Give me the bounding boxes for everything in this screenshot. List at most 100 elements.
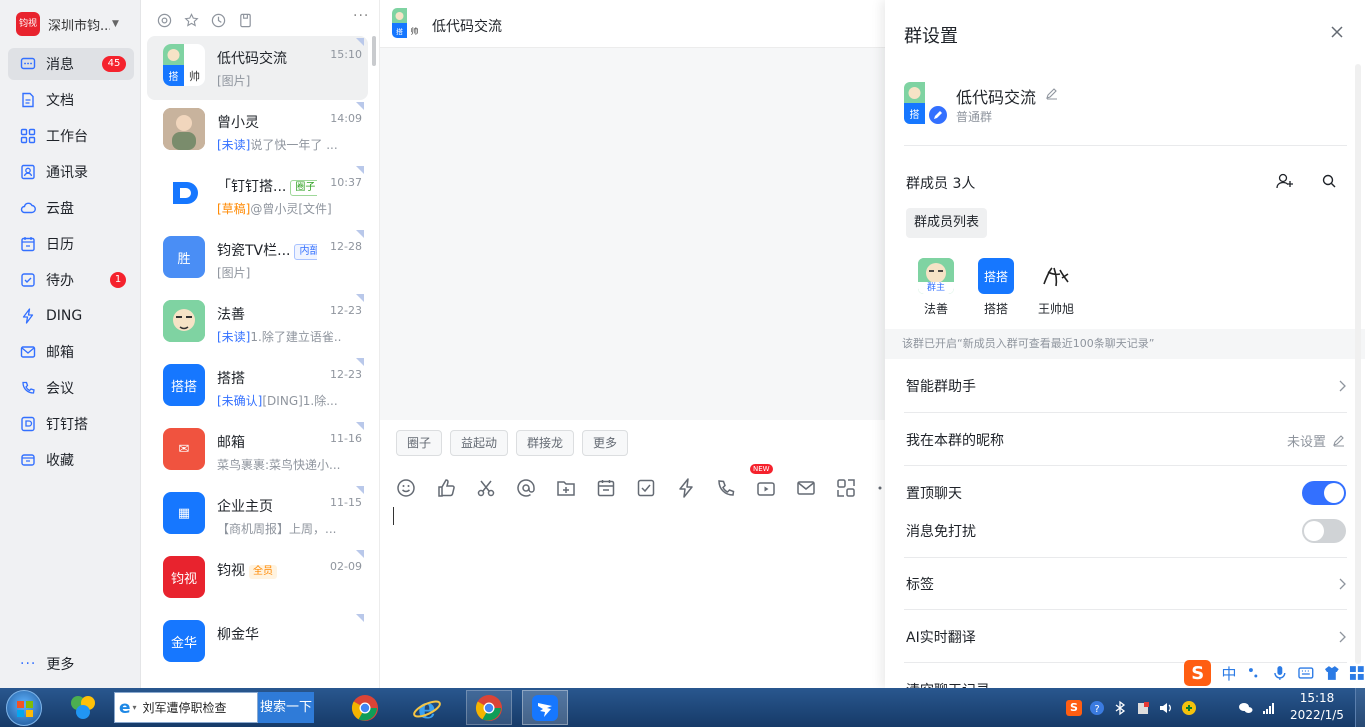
taskbar-app-360[interactable] bbox=[60, 690, 106, 725]
dingda-icon bbox=[21, 416, 35, 432]
network-icon[interactable] bbox=[1261, 700, 1277, 716]
add-member-icon[interactable] bbox=[1276, 172, 1294, 190]
member-item[interactable]: 群主 法善 bbox=[909, 258, 963, 317]
sidebar-item-7[interactable]: DING bbox=[8, 300, 134, 332]
taskbar-app-ie[interactable]: e bbox=[404, 690, 450, 725]
member-item[interactable]: 王帅旭 bbox=[1029, 258, 1083, 317]
keyboard-icon[interactable] bbox=[1298, 665, 1314, 681]
mail-tool[interactable] bbox=[796, 478, 816, 498]
live-tool[interactable]: NEW bbox=[750, 464, 776, 498]
conversation-item[interactable]: 搭搭 搭搭 12-23 [未确认][DING]1.除... bbox=[147, 356, 368, 420]
system-clock[interactable]: 15:18 2022/1/5 bbox=[1282, 690, 1352, 724]
quick-action-button[interactable]: 益起动 bbox=[450, 430, 509, 456]
ie-search-box[interactable]: e ▾ 刘军遭停职检查 bbox=[114, 692, 258, 723]
ime-language[interactable]: 中 bbox=[1221, 663, 1236, 684]
recent-filter-icon[interactable] bbox=[211, 13, 226, 28]
microphone-icon[interactable] bbox=[1272, 665, 1288, 681]
emoji-tool[interactable] bbox=[396, 478, 416, 498]
wechat-icon[interactable] bbox=[1238, 700, 1254, 716]
mute-toggle[interactable] bbox=[1302, 519, 1346, 543]
sidebar-item-10[interactable]: 钉钉搭 bbox=[8, 408, 134, 440]
skin-icon[interactable] bbox=[1324, 665, 1340, 681]
bluetooth-icon[interactable] bbox=[1112, 700, 1128, 716]
sidebar-item-1[interactable]: 文档 bbox=[8, 84, 134, 116]
conversation-item[interactable]: ▦ 企业主页 11-15 【商机周报】上周，... bbox=[147, 484, 368, 548]
at-tool[interactable] bbox=[516, 478, 536, 498]
conversation-scrollbar[interactable] bbox=[372, 36, 376, 66]
at-filter-icon[interactable] bbox=[157, 13, 172, 28]
conversation-item[interactable]: ✉ 邮箱 11-16 菜鸟裹裹:菜鸟快递小... bbox=[147, 420, 368, 484]
message-area[interactable] bbox=[380, 48, 885, 420]
conversation-item[interactable]: 曾小灵 14:09 [未读]说了快一年了 ... bbox=[147, 100, 368, 164]
conversation-item[interactable]: 「钉钉搭... 圈子 10:37 [草稿]@曾小灵[文件] bbox=[147, 164, 368, 228]
sidebar-item-5[interactable]: 日历 bbox=[8, 228, 134, 260]
quick-actions: 圈子 益起动 群接龙 更多 bbox=[396, 430, 636, 456]
edit-avatar-button[interactable] bbox=[927, 104, 949, 126]
call-tool[interactable] bbox=[716, 478, 736, 498]
chat-group-avatar[interactable]: 搭 帅 bbox=[392, 8, 422, 38]
show-desktop-button[interactable] bbox=[1355, 688, 1365, 727]
taskbar-app-dingtalk[interactable] bbox=[522, 690, 568, 725]
taskbar-app-chrome-active[interactable] bbox=[466, 690, 512, 725]
conversation-item[interactable]: 钧视 钧视 全员 02-09 bbox=[147, 548, 368, 612]
sogou-logo[interactable]: S bbox=[1184, 660, 1212, 686]
pin-corner-icon bbox=[356, 614, 364, 622]
svg-text:帅: 帅 bbox=[411, 26, 419, 36]
quick-action-button[interactable]: 圈子 bbox=[396, 430, 443, 456]
file-filter-icon[interactable] bbox=[238, 13, 253, 28]
close-icon[interactable] bbox=[1327, 22, 1347, 42]
checkbox-tool[interactable] bbox=[636, 478, 656, 498]
folder-plus-tool[interactable] bbox=[556, 478, 576, 498]
star-filter-icon[interactable] bbox=[184, 12, 199, 28]
taskbar-app-chrome[interactable] bbox=[342, 690, 388, 725]
settings-scrollbar[interactable] bbox=[1355, 64, 1361, 664]
search-button[interactable]: 搜索一下 bbox=[258, 692, 314, 723]
conversation-name-text: 钧瓷TV栏... bbox=[217, 243, 291, 259]
avatar: 搭搭 bbox=[163, 364, 205, 406]
screenshot-icon bbox=[837, 479, 855, 497]
nickname-row[interactable]: 我在本群的昵称 未设置 bbox=[906, 428, 1346, 452]
conversation-item[interactable]: 法善 12-23 [未读]1.除了建立语雀... bbox=[147, 292, 368, 356]
emoji-icon bbox=[397, 479, 415, 497]
sidebar-item-3[interactable]: 通讯录 bbox=[8, 156, 134, 188]
org-switcher[interactable]: 钧视 深圳市钧... ▼ bbox=[16, 12, 119, 36]
sogou-tray-icon[interactable]: S bbox=[1066, 699, 1082, 716]
calendar-tool[interactable] bbox=[596, 478, 616, 498]
conversation-more-icon[interactable]: ··· bbox=[353, 8, 369, 24]
device-icon[interactable] bbox=[1135, 700, 1151, 716]
nav-more[interactable]: ··· 更多 bbox=[20, 654, 74, 674]
preview-text: 【商机周报】上周，... bbox=[217, 522, 337, 536]
sidebar-item-6[interactable]: 待办 1 bbox=[8, 264, 134, 296]
volume-icon[interactable] bbox=[1158, 700, 1174, 716]
punctuation-icon[interactable] bbox=[1247, 665, 1263, 681]
sidebar-item-2[interactable]: 工作台 bbox=[8, 120, 134, 152]
pin-chat-toggle[interactable] bbox=[1302, 481, 1346, 505]
conversation-item[interactable]: 胜 钧瓷TV栏... 内部 12-28 [图片] bbox=[147, 228, 368, 292]
search-member-icon[interactable] bbox=[1322, 174, 1336, 188]
sidebar-item-0[interactable]: 消息 45 bbox=[8, 48, 134, 80]
smart-assistant-row[interactable]: 智能群助手 bbox=[906, 374, 1346, 398]
start-button[interactable] bbox=[6, 690, 42, 726]
sidebar-item-11[interactable]: 收藏 bbox=[8, 444, 134, 476]
thumbs-up-tool[interactable] bbox=[436, 478, 456, 498]
quick-action-button[interactable]: 更多 bbox=[582, 430, 629, 456]
sidebar-item-label: 工作台 bbox=[46, 129, 88, 145]
lightning-tool[interactable] bbox=[676, 478, 696, 498]
quick-action-button[interactable]: 群接龙 bbox=[516, 430, 575, 456]
sidebar-item-9[interactable]: 会议 bbox=[8, 372, 134, 404]
security-tray-icon[interactable] bbox=[1181, 700, 1197, 716]
scissors-tool[interactable] bbox=[476, 478, 496, 498]
screenshot-tool[interactable] bbox=[836, 478, 856, 498]
sidebar-item-8[interactable]: 邮箱 bbox=[8, 336, 134, 368]
conversation-item[interactable]: 搭帅低代码交流 15:10 [图片] bbox=[147, 36, 368, 100]
member-list-button[interactable]: 群成员列表 bbox=[906, 208, 988, 238]
translate-row[interactable]: AI实时翻译 bbox=[906, 625, 1346, 649]
help-icon[interactable]: ? bbox=[1089, 700, 1105, 716]
tags-row[interactable]: 标签 bbox=[906, 572, 1346, 596]
sidebar-item-4[interactable]: 云盘 bbox=[8, 192, 134, 224]
edit-name-icon[interactable] bbox=[1045, 86, 1059, 100]
chat-title[interactable]: 低代码交流 bbox=[432, 16, 502, 36]
toolbox-icon[interactable] bbox=[1349, 665, 1365, 681]
member-item[interactable]: 搭搭 搭搭 bbox=[969, 258, 1023, 317]
conversation-item[interactable]: 金华 柳金华 bbox=[147, 612, 368, 676]
